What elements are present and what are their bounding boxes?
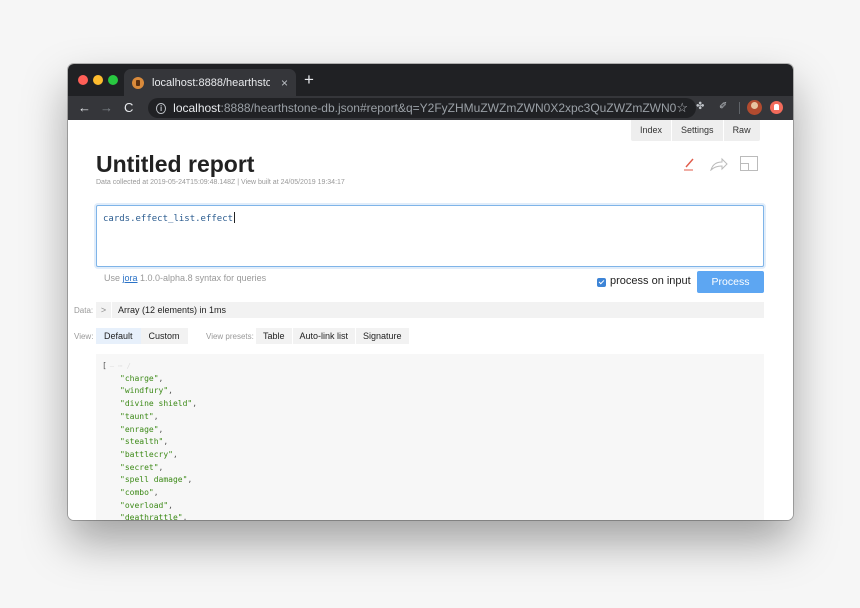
toolbar-divider — [739, 102, 740, 114]
browser-tab[interactable]: localhost:8888/hearthstone-db × — [124, 69, 296, 96]
comma: , — [192, 399, 198, 409]
syntax-hint: Use jora 1.0.0-alpha.8 syntax for querie… — [104, 273, 266, 283]
tab-strip: localhost:8888/hearthstone-db × + — [68, 64, 793, 96]
data-summary-bar[interactable]: > Array (12 elements) in 1ms — [96, 302, 764, 318]
report-meta: Data collected at 2019-05-24T15:09:48.14… — [96, 179, 345, 186]
process-button[interactable]: Process — [697, 271, 764, 293]
presets-label: View presets: — [206, 332, 254, 341]
nav-index[interactable]: Index — [631, 120, 671, 141]
process-on-input-label[interactable]: process on input — [610, 275, 691, 287]
maximize-window-button[interactable] — [108, 75, 118, 85]
collapse-toggle-icon[interactable]: – ⋯ / — [110, 362, 131, 370]
list-item: "charge", — [102, 373, 758, 386]
output-items: "charge", "windfury", "divine shield", "tau… — [102, 373, 758, 520]
string-value: "enrage" — [120, 424, 159, 434]
list-item: "enrage", — [102, 424, 758, 437]
layout-toggle-icon[interactable] — [740, 156, 758, 171]
comma: , — [158, 424, 164, 434]
comma: , — [172, 449, 178, 459]
string-value: "windfury" — [120, 386, 169, 396]
jora-link[interactable]: jora — [123, 273, 138, 283]
profile-avatar-icon[interactable] — [747, 100, 762, 115]
nav-raw[interactable]: Raw — [722, 120, 760, 141]
string-value: "stealth" — [120, 437, 164, 447]
info-icon[interactable]: i — [156, 102, 167, 114]
comma: , — [168, 386, 173, 396]
list-item: "overload", — [102, 500, 758, 513]
list-item: "stealth", — [102, 436, 758, 449]
forward-arrow-icon[interactable]: → — [100, 99, 113, 117]
page-content: Index Settings Raw Untitled report Data … — [68, 120, 793, 520]
string-value: "secret" — [120, 462, 159, 472]
preset-table[interactable]: Table — [256, 328, 292, 344]
string-value: "deathrattle" — [120, 513, 183, 520]
top-nav: Index Settings Raw — [631, 120, 760, 141]
list-item: "windfury", — [102, 385, 758, 398]
string-value: "overload" — [120, 500, 169, 510]
extension-puzzle-icon[interactable]: ✤ — [696, 101, 704, 112]
favicon-icon — [132, 76, 144, 89]
address-bar[interactable]: i localhost :8888/hearthstone-db.json#re… — [148, 98, 696, 118]
syntax-hint-prefix: Use — [104, 273, 123, 283]
view-default[interactable]: Default — [96, 328, 141, 344]
string-value: "combo" — [120, 488, 154, 498]
reload-icon[interactable]: C — [124, 99, 133, 117]
string-value: "taunt" — [120, 411, 154, 421]
new-tab-button[interactable]: + — [304, 71, 314, 89]
string-value: "spell damage" — [120, 475, 188, 485]
syntax-hint-suffix: 1.0.0-alpha.8 syntax for queries — [137, 273, 267, 283]
tab-title: localhost:8888/hearthstone-db — [152, 76, 270, 89]
open-bracket: [ — [102, 361, 107, 370]
view-custom[interactable]: Custom — [141, 328, 188, 344]
minimize-window-button[interactable] — [93, 75, 103, 85]
list-item: "divine shield", — [102, 398, 758, 411]
query-editor[interactable]: cards.effect_list.effect — [96, 205, 764, 267]
back-arrow-icon[interactable]: ← — [78, 99, 91, 117]
comma: , — [158, 462, 164, 472]
preset-signature[interactable]: Signature — [355, 328, 409, 344]
browser-window: localhost:8888/hearthstone-db × + ← → C … — [68, 64, 793, 520]
list-item: "taunt", — [102, 411, 758, 424]
comma: , — [182, 513, 188, 520]
share-arrow-icon[interactable] — [710, 157, 728, 171]
list-item: "combo", — [102, 487, 758, 500]
text-caret — [234, 212, 236, 223]
list-item: "battlecry", — [102, 449, 758, 462]
close-window-button[interactable] — [78, 75, 88, 85]
edit-pencil-icon[interactable] — [682, 157, 696, 171]
view-presets: Table Auto-link list Signature — [256, 328, 409, 344]
page-title: Untitled report — [96, 151, 255, 177]
string-value: "battlecry" — [120, 449, 173, 459]
comma: , — [158, 373, 164, 383]
nav-settings[interactable]: Settings — [671, 120, 723, 141]
list-item: "deathrattle", — [102, 512, 758, 520]
string-value: "divine shield" — [120, 399, 193, 409]
data-summary: Array (12 elements) in 1ms — [118, 305, 227, 315]
process-on-input-checkbox[interactable] — [597, 278, 606, 287]
bookmark-star-icon[interactable]: ☆ — [676, 100, 688, 116]
comma: , — [153, 488, 159, 498]
comma: , — [168, 500, 173, 510]
url-path: :8888/hearthstone-db.json#report&q=Y2FyZ… — [220, 101, 677, 115]
comma: , — [153, 411, 159, 421]
string-value: "charge" — [120, 373, 159, 383]
chevron-right-icon[interactable]: > — [96, 302, 112, 318]
browser-toolbar: ← → C i localhost :8888/hearthstone-db.j… — [68, 96, 793, 120]
list-item: "secret", — [102, 462, 758, 475]
list-item: "spell damage", — [102, 474, 758, 487]
view-mode-toggle: Default Custom — [96, 328, 188, 344]
query-text: cards.effect_list.effect — [103, 214, 234, 224]
comma: , — [187, 475, 193, 485]
preset-auto-link-list[interactable]: Auto-link list — [291, 328, 356, 344]
extension-pen-icon[interactable]: ✐ — [719, 101, 727, 112]
output-viewer: [– ⋯ / "charge", "windfury", "divine shiel… — [96, 354, 764, 520]
view-label: View: — [74, 332, 94, 341]
comma: , — [163, 437, 169, 447]
tab-close-icon[interactable]: × — [281, 76, 288, 90]
extension-red-icon[interactable] — [770, 101, 783, 114]
url-host: localhost — [173, 101, 221, 115]
array-open-line: [– ⋯ / — [102, 360, 758, 373]
data-label: Data: — [74, 306, 94, 315]
